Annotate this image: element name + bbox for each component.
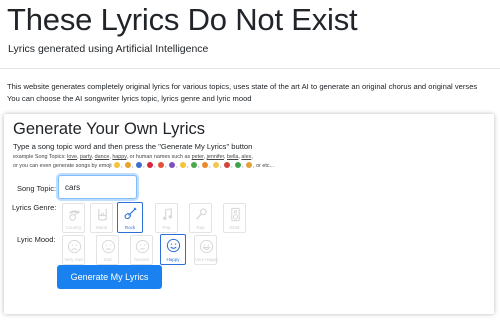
mood-label: Very Happy [195,257,219,262]
generator-heading: Generate Your Own Lyrics [13,120,205,138]
very-sad-face-icon [67,239,82,254]
emoji-option-icon[interactable] [114,162,121,169]
genre-option-rock[interactable]: Rock [117,202,143,233]
example-link-dance[interactable]: dance [95,154,110,160]
emoji-option-icon[interactable] [202,162,209,169]
emoji-option-icon[interactable] [147,162,154,169]
intro-text: This website generates completely origin… [7,81,477,104]
mood-label: Neutral [134,257,149,262]
microphone-icon [196,208,207,220]
genre-label: Metal [95,225,107,230]
neutral-face-icon [135,239,150,254]
song-topic-input[interactable] [58,175,137,199]
example-link-love[interactable]: love [67,154,77,160]
metal-hand-icon [98,208,107,221]
mood-option-very-happy[interactable]: Very Happy [194,235,219,265]
mood-label: Very Sad [64,257,83,262]
generator-instruction: Type a song topic word and then press th… [13,142,253,151]
happy-face-icon [166,238,181,253]
example-link-jennifer[interactable]: jennifer [207,154,224,160]
electric-guitar-icon [124,207,137,220]
genre-label: EDM [229,225,240,230]
genre-label: Pop [162,225,171,230]
generate-lyrics-button[interactable]: Generate My Lyrics [57,265,162,289]
mood-label: Happy [166,257,180,262]
very-happy-face-icon [199,239,214,254]
example-link-peter[interactable]: peter [192,154,204,160]
genre-label: Rap [196,225,205,230]
examples-mid: or human names such as [129,154,191,160]
example-topics-line-2: or you can even generate songs by emoji … [13,162,275,169]
mood-option-sad[interactable]: Sad [96,235,119,265]
page-title: These Lyrics Do Not Exist [7,2,358,37]
genre-label: Country [65,225,82,230]
genre-option-pop[interactable]: Pop [155,203,178,233]
mood-label: Sad [103,257,112,262]
example-topics: example Song Topics: love, party, dance,… [13,153,274,171]
sad-face-icon [101,239,116,254]
emoji-prefix: or you can even generate songs by emoji [13,162,112,169]
emoji-option-icon[interactable] [235,162,242,169]
example-topics-line-1: example Song Topics: love, party, dance,… [13,154,253,160]
genre-option-country[interactable]: Country [62,203,85,233]
intro-line-1: This website generates completely origin… [7,82,478,91]
examples-prefix: example Song Topics: [13,154,66,160]
mood-option-happy[interactable]: Happy [160,234,186,265]
genre-option-rap[interactable]: Rap [189,203,212,233]
mood-option-neutral[interactable]: Neutral [130,235,153,265]
example-link-happy[interactable]: happy [112,154,126,160]
generator-card: Generate Your Own Lyrics Type a song top… [4,114,494,314]
emoji-option-icon[interactable] [213,162,220,169]
guitar-hat-icon [68,210,81,221]
song-topic-label: Song Topic: [17,184,57,193]
example-link-bella[interactable]: bella [227,154,238,160]
page-subtitle: Lyrics generated using Artificial Intell… [8,43,209,55]
genre-label: Rock [124,225,136,230]
genre-option-metal[interactable]: Metal [90,203,113,233]
lyric-mood-label: Lyric Mood: [17,235,56,244]
intro-line-2: You can choose the AI songwriter lyrics … [7,93,252,103]
emoji-option-icon[interactable] [136,162,143,169]
emoji-option-icon[interactable] [158,162,165,169]
emoji-option-icon[interactable] [246,162,253,169]
mood-option-very-sad[interactable]: Very Sad [62,235,85,265]
emoji-option-icon[interactable] [125,162,132,169]
lyrics-genre-label: Lyrics Genre: [12,203,57,212]
emoji-suffix: or etc... [256,162,275,169]
emoji-option-icon[interactable] [169,162,176,169]
speaker-icon [231,207,240,222]
emoji-option-icon[interactable] [191,162,198,169]
emoji-option-icon[interactable] [180,162,187,169]
example-link-party[interactable]: party [80,154,92,160]
genre-option-edm[interactable]: EDM [223,203,246,233]
header-divider [0,68,500,69]
music-note-icon [163,208,172,220]
example-link-alex[interactable]: alex [241,154,251,160]
emoji-option-icon[interactable] [224,162,231,169]
